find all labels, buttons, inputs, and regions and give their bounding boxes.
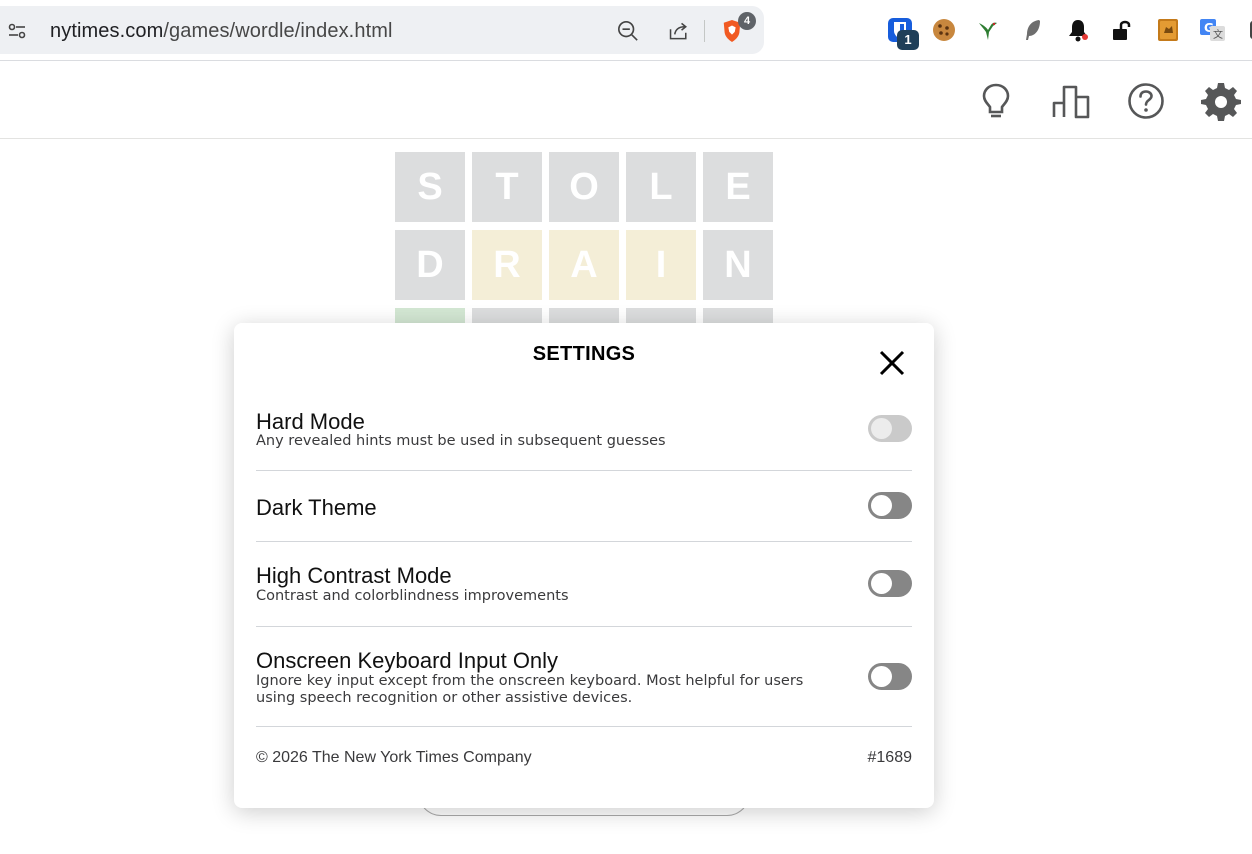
setting-high-contrast: High Contrast Mode Contrast and colorbli… <box>256 542 912 627</box>
toggle-knob <box>871 573 892 594</box>
settings-icon[interactable] <box>1200 80 1242 122</box>
toggle-knob <box>871 666 892 687</box>
setting-title: Dark Theme <box>256 495 377 520</box>
hummingbird-icon[interactable] <box>974 16 1002 44</box>
share-icon[interactable] <box>668 20 690 42</box>
setting-title: High Contrast Mode <box>256 563 452 588</box>
unlock-icon[interactable] <box>1108 16 1136 44</box>
setting-description: Ignore key input except from the onscree… <box>256 673 804 706</box>
url-domain: nytimes.com <box>50 20 164 42</box>
setting-description: Any revealed hints must be used in subse… <box>256 433 666 449</box>
copyright-text: © 2026 The New York Times Company <box>256 749 532 766</box>
help-icon[interactable] <box>1125 80 1167 122</box>
setting-onscreen-keyboard: Onscreen Keyboard Input Only Ignore key … <box>256 627 912 727</box>
hard-mode-toggle[interactable] <box>868 415 912 442</box>
svg-text:文: 文 <box>1213 28 1223 41</box>
toggle-knob <box>871 418 892 439</box>
toggle-knob <box>871 495 892 516</box>
stats-icon[interactable] <box>1050 80 1092 122</box>
address-bar[interactable]: nytimes.com/games/wordle/index.html 4 <box>0 6 764 54</box>
extensions-icon[interactable] <box>1242 16 1252 44</box>
browser-toolbar: nytimes.com/games/wordle/index.html 4 1 <box>0 0 1252 61</box>
puzzle-number: #1689 <box>867 749 913 766</box>
high-contrast-toggle[interactable] <box>868 570 912 597</box>
settings-title: SETTINGS <box>532 343 636 365</box>
setting-description: Contrast and colorblindness improvements <box>256 588 569 604</box>
zoom-out-icon[interactable] <box>617 20 639 42</box>
brave-badge: 4 <box>738 12 756 30</box>
omnibox-divider <box>704 20 705 42</box>
setting-dark-theme: Dark Theme <box>256 471 912 542</box>
setting-title: Hard Mode <box>256 409 365 434</box>
bell-icon[interactable] <box>1064 16 1092 44</box>
lightbulb-icon[interactable] <box>975 80 1017 122</box>
translate-icon[interactable]: G文 <box>1199 16 1227 44</box>
extension-badge: 1 <box>897 30 919 50</box>
setting-hard-mode: Hard Mode Any revealed hints must be use… <box>256 403 912 471</box>
cookie-icon[interactable] <box>930 16 958 44</box>
dark-theme-toggle[interactable] <box>868 492 912 519</box>
feather-icon[interactable] <box>1019 16 1047 44</box>
page: nytimes.com/games/wordle/index.html 4 1 <box>0 0 1252 854</box>
setting-title: Onscreen Keyboard Input Only <box>256 648 559 673</box>
onscreen-keyboard-toggle[interactable] <box>868 663 912 690</box>
notebook-icon[interactable] <box>1154 16 1182 44</box>
close-icon <box>878 349 906 382</box>
game-header <box>0 62 1252 139</box>
settings-modal: SETTINGS Hard Mode Any revealed hints mu… <box>234 323 934 808</box>
url-text[interactable]: nytimes.com/games/wordle/index.html <box>50 20 393 43</box>
url-path: /games/wordle/index.html <box>163 20 393 42</box>
close-button[interactable] <box>874 347 910 383</box>
site-settings-icon[interactable] <box>6 20 28 42</box>
